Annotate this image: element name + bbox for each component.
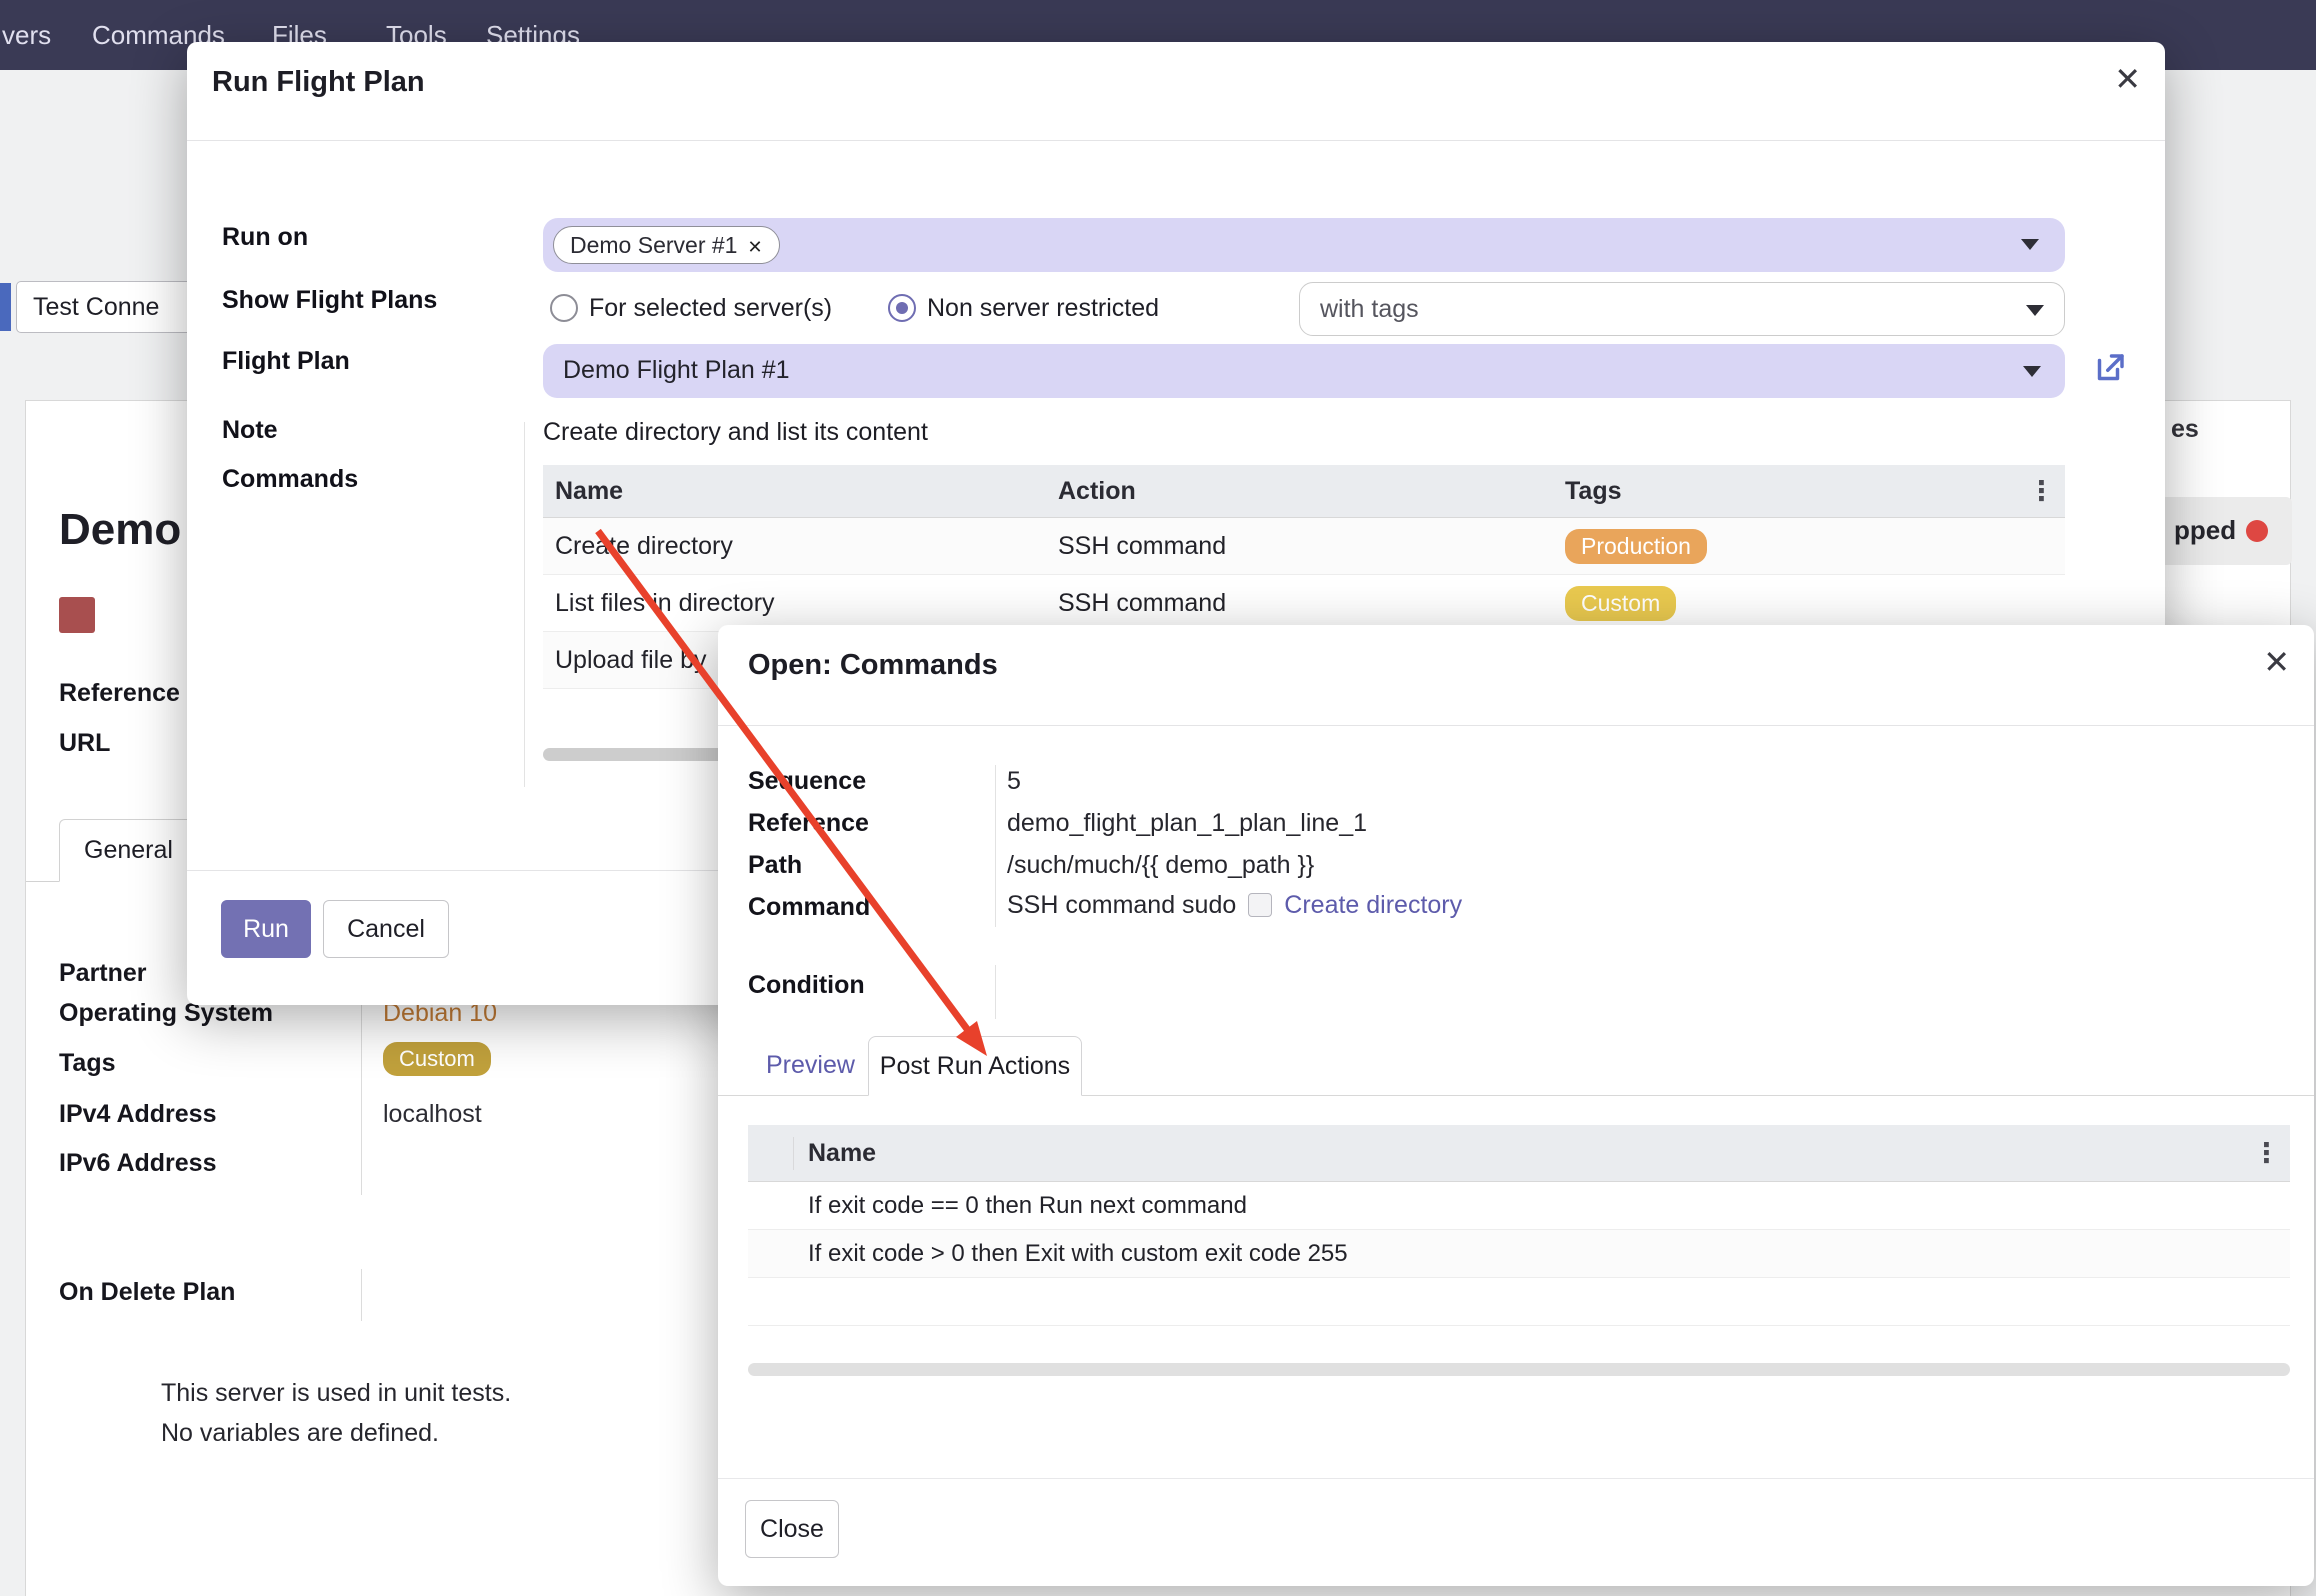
col-name[interactable]: Name	[555, 465, 623, 518]
open-modal-title: Open: Commands	[748, 649, 998, 682]
command-value-row: SSH command sudo Create directory	[1007, 891, 1462, 920]
run-on-select[interactable]: Demo Server #1 ✕	[543, 218, 2065, 272]
plan-description: Create directory and list its content	[543, 418, 928, 447]
with-tags-value: with tags	[1320, 295, 1419, 324]
tab-post-run-actions[interactable]: Post Run Actions	[868, 1036, 1082, 1096]
col-tags[interactable]: Tags	[1565, 465, 1622, 518]
cell-action: SSH command	[1058, 575, 1226, 632]
ipv4-label: IPv4 Address	[59, 1100, 216, 1129]
ipv4-value: localhost	[383, 1100, 482, 1129]
header-divider	[187, 140, 2165, 141]
post-run-actions-table: Name ⋮ If exit code == 0 then Run next c…	[748, 1125, 2290, 1327]
cell-name: Create directory	[555, 518, 733, 575]
command-value: SSH command sudo	[1007, 891, 1236, 919]
table-row-exit-0[interactable]: If exit code == 0 then Run next command	[748, 1182, 2290, 1230]
table-row-exit-gt-0[interactable]: If exit code > 0 then Exit with custom e…	[748, 1230, 2290, 1278]
partner-label: Partner	[59, 959, 147, 988]
server-chip-label: Demo Server #1	[570, 232, 737, 258]
table-row-empty	[748, 1278, 2290, 1326]
cell-action: SSH command	[1058, 518, 1226, 575]
label-column-divider	[995, 965, 996, 1019]
radio-selected-servers[interactable]	[550, 294, 578, 322]
create-directory-link[interactable]: Create directory	[1284, 891, 1462, 919]
on-delete-plan-label: On Delete Plan	[59, 1278, 235, 1307]
label-column-divider	[524, 422, 525, 787]
tag-custom-pill: Custom	[383, 1042, 491, 1076]
reference-value: demo_flight_plan_1_plan_line_1	[1007, 809, 1367, 838]
sudo-checkbox[interactable]	[1248, 893, 1272, 917]
external-link-icon[interactable]	[2092, 350, 2128, 386]
cell-tag: Production	[1565, 529, 1707, 564]
ipv6-label: IPv6 Address	[59, 1149, 216, 1178]
chevron-down-icon	[2023, 366, 2041, 377]
col-name[interactable]: Name	[808, 1125, 876, 1182]
close-icon[interactable]: ✕	[2114, 60, 2141, 98]
table-row-list-files[interactable]: List files in directory SSH command Cust…	[543, 575, 2065, 632]
handle-column-divider	[793, 1137, 794, 1170]
tags-label: Tags	[59, 1049, 116, 1078]
radio-non-server-restricted[interactable]	[888, 294, 916, 322]
table-row-create-directory[interactable]: Create directory SSH command Production	[543, 518, 2065, 575]
field-divider	[361, 1269, 362, 1321]
footer-divider	[718, 1478, 2314, 1479]
horizontal-scrollbar[interactable]	[748, 1363, 2290, 1376]
run-on-label: Run on	[222, 223, 308, 252]
url-field-label: URL	[59, 729, 110, 758]
label-column-divider	[995, 765, 996, 927]
chevron-down-icon	[2021, 239, 2039, 250]
table-options-icon[interactable]: ⋮	[2028, 465, 2055, 518]
flight-plan-select[interactable]: Demo Flight Plan #1	[543, 344, 2065, 398]
record-title: Demo	[59, 505, 181, 555]
screen: vers Commands Files Tools Settings Test …	[0, 0, 2316, 1596]
radio-selected-servers-label[interactable]: For selected server(s)	[589, 294, 832, 323]
cell-name: List files in directory	[555, 575, 775, 632]
flight-plan-value: Demo Flight Plan #1	[563, 356, 790, 385]
no-variables-note: No variables are defined.	[161, 1419, 439, 1448]
commands-label: Commands	[222, 465, 358, 494]
radio-non-server-restricted-label[interactable]: Non server restricted	[927, 294, 1159, 323]
reference-label: Reference	[748, 809, 869, 838]
commands-table-header: Name Action Tags ⋮	[543, 465, 2065, 518]
condition-label: Condition	[748, 971, 865, 1000]
server-chip[interactable]: Demo Server #1 ✕	[553, 226, 780, 264]
show-flight-plans-label: Show Flight Plans	[222, 286, 437, 315]
col-action[interactable]: Action	[1058, 465, 1136, 518]
status-text: pped	[2174, 515, 2236, 546]
flight-plan-label: Flight Plan	[222, 347, 350, 376]
text-fragment: es	[2171, 415, 2199, 444]
with-tags-select[interactable]: with tags	[1299, 282, 2065, 336]
cell-name: If exit code > 0 then Exit with custom e…	[808, 1230, 1348, 1278]
sequence-label: Sequence	[748, 767, 866, 796]
unit-test-note: This server is used in unit tests.	[161, 1379, 511, 1408]
cell-name: If exit code == 0 then Run next command	[808, 1182, 1247, 1230]
tab-preview[interactable]: Preview	[766, 1051, 855, 1080]
note-label: Note	[222, 416, 278, 445]
path-value: /such/much/{{ demo_path }}	[1007, 851, 1314, 880]
chip-remove-icon[interactable]: ✕	[747, 237, 762, 257]
tag-custom-pill: Custom	[1565, 586, 1676, 621]
open-commands-modal: Open: Commands ✕ Sequence Reference Path…	[718, 625, 2314, 1586]
close-button[interactable]: Close	[745, 1500, 839, 1558]
status-red-dot-icon	[2246, 520, 2268, 542]
cell-tag: Custom	[1565, 586, 1676, 621]
tag-production-pill: Production	[1565, 529, 1707, 564]
close-icon[interactable]: ✕	[2263, 643, 2290, 681]
table-options-icon[interactable]: ⋮	[2253, 1125, 2280, 1182]
reference-field-label: Reference	[59, 679, 180, 708]
command-label: Command	[748, 893, 870, 922]
run-modal-title: Run Flight Plan	[212, 66, 425, 99]
path-label: Path	[748, 851, 802, 880]
post-run-table-header: Name ⋮	[748, 1125, 2290, 1182]
cell-name: Upload file by	[555, 632, 706, 689]
sequence-value: 5	[1007, 767, 1021, 796]
chevron-down-icon	[2026, 305, 2044, 316]
tags-value: Custom	[383, 1042, 491, 1076]
color-swatch	[59, 597, 95, 633]
run-button[interactable]: Run	[221, 900, 311, 958]
nav-item-servers[interactable]: vers	[2, 20, 51, 51]
cancel-button[interactable]: Cancel	[323, 900, 449, 958]
header-divider	[718, 725, 2314, 726]
primary-button-fragment[interactable]	[0, 283, 11, 331]
